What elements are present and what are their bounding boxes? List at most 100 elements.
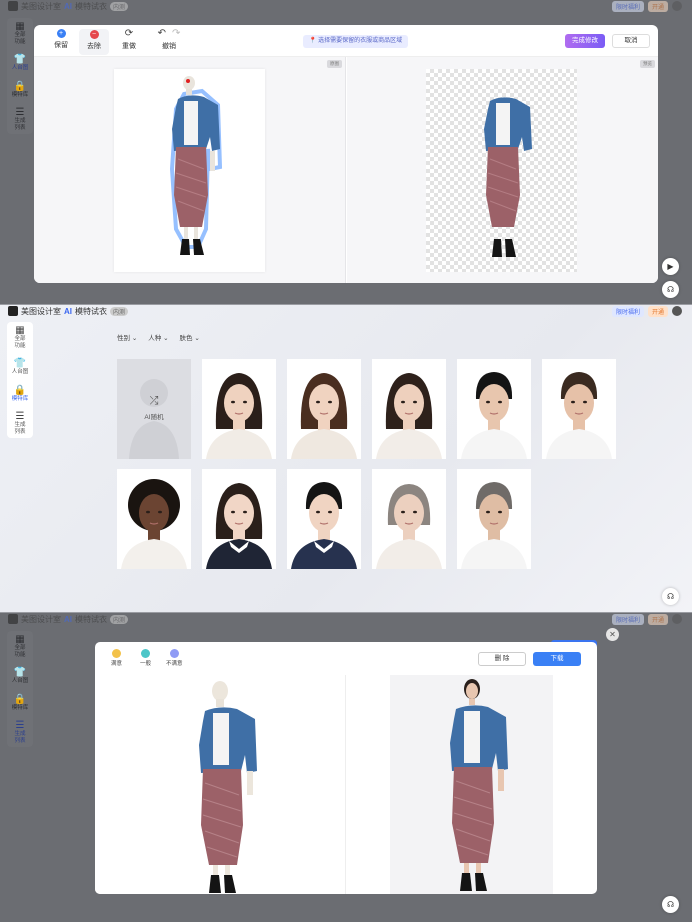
sidebar-item-model-library[interactable]: 🔒 模特库 bbox=[8, 694, 32, 712]
top-right-actions: 限时福利 开通 bbox=[611, 0, 682, 12]
shirt-icon: 👕 bbox=[13, 358, 27, 369]
list-icon: ☰ bbox=[15, 411, 25, 422]
model-card-african-woman[interactable] bbox=[117, 469, 191, 569]
finish-edit-button[interactable]: 完成修改 bbox=[565, 34, 605, 48]
rating-neutral[interactable]: 一般 bbox=[140, 649, 151, 667]
silhouette-icon bbox=[129, 379, 179, 459]
brand-logo-icon bbox=[8, 306, 18, 316]
sidebar-item-generated-list[interactable]: ☰ 生成 列表 bbox=[8, 411, 32, 435]
product-ai: AI bbox=[64, 614, 72, 624]
portrait-photo bbox=[376, 373, 442, 459]
rating-satisfied[interactable]: 满意 bbox=[111, 649, 122, 667]
editor-toolbar: + 保留 − 去除 ⟳ 重做 ↶ ↷ 撤销 📍 选择需要保留的衣服或商品区域 完成… bbox=[34, 25, 658, 57]
model-card-asian-woman-3[interactable] bbox=[372, 359, 446, 459]
vip-button[interactable]: 开通 bbox=[647, 613, 668, 625]
sidebar-item-mannequin[interactable]: 👕 人台图 bbox=[8, 667, 32, 685]
sad-face-icon bbox=[169, 649, 179, 658]
remove-brush-button[interactable]: − 去除 bbox=[79, 29, 109, 55]
grid-icon: ▦ bbox=[15, 325, 25, 336]
promo-button[interactable]: 限时福利 bbox=[611, 0, 644, 12]
selection-hint: 📍 选择需要保留的衣服或商品区域 bbox=[303, 35, 409, 48]
panel-model-library: 美图设计室 AI 模特试衣 内测 限时福利 开通 ▦ 全部 功能 👕 人台图 🔒 模特库… bbox=[0, 305, 692, 613]
sidebar-item-mannequin[interactable]: 👕 人台图 bbox=[8, 358, 32, 376]
app-top-bar: 美图设计室 AI 模特试衣 内测 限时福利 开通 bbox=[0, 305, 692, 317]
vip-button[interactable]: 开通 bbox=[647, 305, 668, 317]
model-card-asian-boy[interactable] bbox=[287, 469, 361, 569]
avatar[interactable] bbox=[672, 306, 682, 316]
sidebar-item-generated-list[interactable]: ☰ 生成 列表 bbox=[8, 107, 32, 131]
beta-tag: 内测 bbox=[110, 1, 129, 11]
tool-label: 重做 bbox=[122, 43, 136, 50]
undo-redo-icon: ↶ ↷ bbox=[157, 28, 181, 39]
sidebar-item-mannequin[interactable]: 👕 人台图 bbox=[8, 54, 32, 72]
cancel-button[interactable]: 取消 bbox=[612, 34, 650, 48]
neutral-face-icon bbox=[141, 649, 150, 658]
headset-icon[interactable]: ☊ bbox=[662, 588, 679, 605]
filter-skin[interactable]: 肤色 ⌄ bbox=[180, 332, 200, 342]
model-card-western-man-1[interactable] bbox=[542, 359, 616, 459]
sidebar-item-all[interactable]: ▦ 全部 功能 bbox=[8, 634, 32, 658]
sidebar-item-model-library[interactable]: 🔒 模特库 bbox=[8, 81, 32, 99]
keep-brush-button[interactable]: + 保留 bbox=[46, 29, 76, 50]
beta-tag: 内测 bbox=[110, 614, 129, 624]
hint-text: 选择需要保留的衣服或商品区域 bbox=[318, 38, 403, 44]
rating-unsatisfied[interactable]: 不满意 bbox=[166, 649, 183, 667]
brand[interactable]: 美图设计室 AI 模特试衣 内测 bbox=[8, 305, 129, 317]
mannequin-image[interactable] bbox=[114, 69, 265, 272]
grid-icon: ▦ bbox=[15, 634, 25, 645]
sidebar-item-generated-list[interactable]: ☰ 生成 列表 bbox=[8, 720, 32, 744]
undo-button[interactable]: ↶ ↷ 撤销 bbox=[154, 29, 184, 51]
grid-icon: ▦ bbox=[15, 21, 25, 32]
model-card-asian-man-1[interactable] bbox=[457, 359, 531, 459]
sidebar-item-all[interactable]: ▦ 全部 功能 bbox=[8, 325, 32, 349]
download-button[interactable]: 下载 bbox=[533, 652, 581, 666]
vip-button[interactable]: 开通 bbox=[647, 0, 668, 12]
filter-label: 人种 bbox=[148, 335, 162, 342]
filter-gender[interactable]: 性别 ⌄ bbox=[117, 332, 137, 342]
portrait-photo bbox=[376, 484, 442, 569]
close-icon[interactable]: ✕ bbox=[606, 628, 619, 641]
avatar[interactable] bbox=[672, 1, 682, 11]
product-name: 模特试衣 bbox=[75, 1, 107, 11]
sidebar-item-all[interactable]: ▦ 全部 功能 bbox=[8, 21, 32, 45]
sidebar: ▦ 全部 功能 👕 人台图 🔒 模特库 ☰ 生成 列表 bbox=[7, 631, 33, 747]
plus-circle-icon: + bbox=[56, 29, 66, 38]
rating-label: 满意 bbox=[111, 661, 123, 667]
sidebar-item-model-library[interactable]: 🔒 模特库 bbox=[8, 385, 32, 403]
portrait-photo bbox=[461, 372, 527, 459]
model-card-asian-woman-2[interactable] bbox=[287, 359, 361, 459]
lock-icon: 🔒 bbox=[13, 693, 27, 705]
promo-button[interactable]: 限时福利 bbox=[611, 613, 644, 625]
brand[interactable]: 美图设计室 AI 模特试衣 内测 bbox=[8, 613, 129, 625]
brand[interactable]: 美图设计室 AI 模特试衣 内测 bbox=[8, 0, 129, 12]
headset-icon[interactable]: ☊ bbox=[662, 896, 679, 913]
model-card-asian-woman-1[interactable] bbox=[202, 359, 276, 459]
result-modal: 满意 一般 不满意 删 除 下载 bbox=[95, 642, 597, 894]
model-card-asian-older-woman[interactable] bbox=[372, 469, 446, 569]
rating-label: 一般 bbox=[140, 661, 152, 667]
model-card-asian-girl[interactable] bbox=[202, 469, 276, 569]
minus-circle-icon: − bbox=[89, 30, 99, 39]
panel-mask-editor: 美图设计室 AI 模特试衣 内测 限时福利 开通 ▦ 全部 功能 👕 人台图 🔒 模特库… bbox=[0, 0, 692, 305]
sidebar-label: 列表 bbox=[14, 737, 26, 744]
portrait-photo bbox=[291, 373, 357, 459]
lock-icon: 🔒 bbox=[13, 80, 27, 92]
delete-button[interactable]: 删 除 bbox=[478, 652, 526, 666]
product-ai: AI bbox=[64, 1, 72, 11]
model-card-ai-random[interactable]: ⤮ AI随机 bbox=[117, 359, 191, 459]
sidebar-label: 模特库 bbox=[11, 91, 29, 98]
filter-ethnicity[interactable]: 人种 ⌄ bbox=[148, 332, 168, 342]
brand-logo-icon bbox=[8, 614, 18, 624]
play-icon[interactable]: ▶ bbox=[662, 258, 679, 275]
preview-canvas: 预览 bbox=[347, 57, 658, 283]
model-card-asian-older-man[interactable] bbox=[457, 469, 531, 569]
brand-name: 美图设计室 bbox=[21, 306, 61, 316]
list-icon: ☰ bbox=[15, 720, 25, 731]
shirt-icon: 👕 bbox=[13, 54, 27, 65]
promo-button[interactable]: 限时福利 bbox=[611, 305, 644, 317]
sidebar-label: 模特库 bbox=[11, 395, 29, 402]
headset-icon[interactable]: ☊ bbox=[662, 281, 679, 298]
avatar[interactable] bbox=[672, 614, 682, 624]
redo-button[interactable]: ⟳ 重做 bbox=[114, 29, 144, 51]
original-canvas[interactable]: 原图 bbox=[34, 57, 346, 283]
